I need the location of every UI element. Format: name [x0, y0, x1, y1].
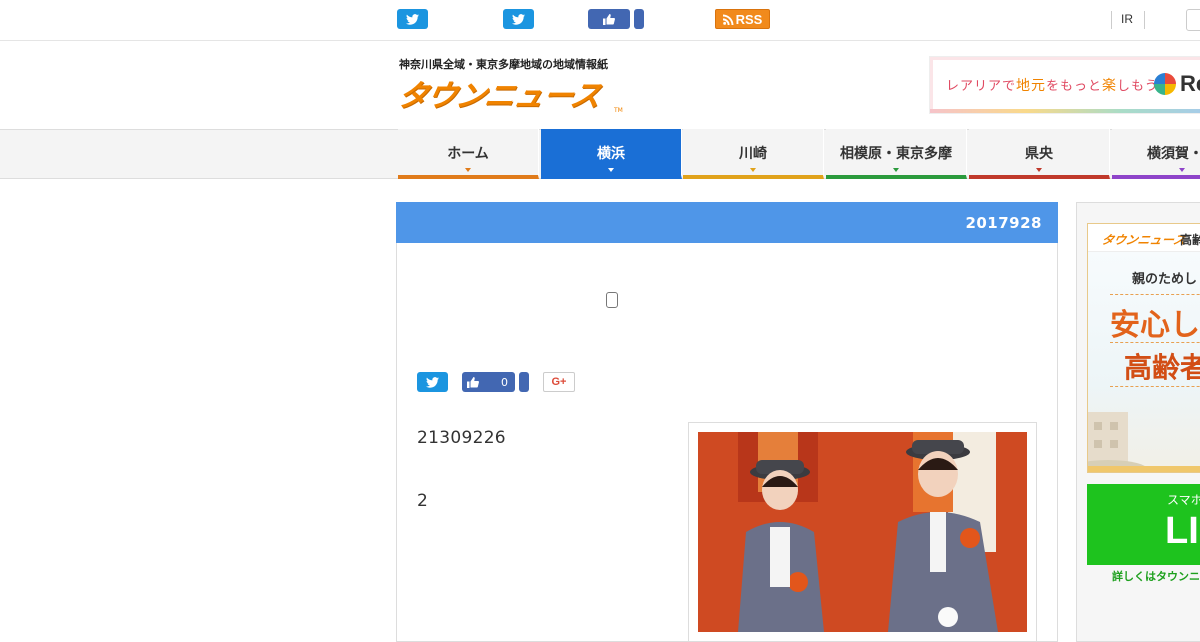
twitter-follow-button[interactable] — [503, 9, 534, 29]
article-photo[interactable] — [698, 432, 1027, 632]
nav-item-label: 横須賀・三 — [1147, 146, 1200, 162]
side-ad-line1: 親のためし — [1132, 272, 1198, 287]
banner-text-prefix: レアリア — [946, 79, 1003, 94]
side-ad-header-text: 高齢 — [1180, 233, 1200, 247]
twitter-icon — [426, 376, 439, 388]
thumbs-up-icon — [467, 376, 479, 388]
nav-item-label: 相模原・東京多摩 — [840, 146, 952, 162]
side-ad-line2: 安心し — [1110, 308, 1200, 343]
thumbs-up-icon — [603, 13, 615, 25]
photo-illustration — [698, 432, 1027, 632]
article-body-text-2: 2 — [417, 491, 428, 511]
facebook-like-count-box — [634, 9, 644, 29]
nav-item-label: 横浜 — [597, 146, 625, 162]
line-ad-note[interactable]: 詳しくはタウンニ — [1112, 568, 1200, 584]
nav-item-kenou[interactable]: 県央 — [969, 129, 1110, 179]
caret-down-icon — [893, 168, 899, 172]
divider — [1110, 294, 1200, 295]
site-tagline: 神奈川県全域・東京多摩地域の地域情報紙 — [399, 58, 608, 71]
divider — [1110, 386, 1200, 387]
building-illustration — [1088, 412, 1148, 472]
realia-logo-text: Re — [1180, 71, 1200, 96]
nav-item-label: 川崎 — [739, 146, 767, 162]
twitter-icon — [406, 13, 419, 25]
nav-item-kawasaki[interactable]: 川崎 — [683, 129, 824, 179]
banner-text-highlight: 地元 — [1016, 78, 1047, 94]
realia-banner-ad[interactable]: レアリアで地元をもっと楽しもう♪ Re — [929, 56, 1200, 114]
google-plus-button[interactable]: G+ — [543, 372, 575, 392]
banner-strip — [930, 109, 1200, 113]
nav-item-home[interactable]: ホーム — [398, 129, 539, 179]
caret-down-icon — [608, 168, 614, 172]
nav-item-label: 県央 — [1025, 146, 1053, 162]
caret-down-icon — [1036, 168, 1042, 172]
embed-placeholder-icon — [606, 292, 618, 308]
article-body-text: 21309226 — [417, 428, 506, 448]
line-ad-logo: LI — [1165, 510, 1199, 552]
line-ad-text: スマホ — [1167, 493, 1200, 507]
banner-text-highlight-2: 楽 — [1102, 78, 1118, 94]
search-input[interactable] — [1186, 9, 1200, 31]
divider — [1110, 342, 1200, 343]
caret-down-icon — [1179, 168, 1185, 172]
nav-item-yokosuka[interactable]: 横須賀・三 — [1112, 129, 1200, 179]
caret-down-icon — [465, 168, 471, 172]
twitter-share-button[interactable] — [397, 9, 428, 29]
site-logo[interactable]: タウンニュース — [394, 77, 622, 117]
side-ad-header: タウンニュース 高齢 — [1088, 224, 1200, 252]
like-count: 0 — [501, 375, 508, 389]
article-date-header: 2017928 — [396, 202, 1058, 243]
banner-text: レアリアで地元をもっと楽しもう♪ — [946, 75, 1168, 95]
article-facebook-like-button[interactable]: 0 — [462, 372, 515, 392]
banner-text-mid2: をもっと — [1046, 79, 1103, 94]
ir-link[interactable]: IR — [1121, 12, 1133, 26]
twitter-icon — [512, 13, 525, 25]
realia-logo-icon — [1154, 73, 1176, 95]
rss-icon — [722, 14, 734, 25]
banner-text-mid1: で — [1002, 79, 1017, 94]
facebook-like-tail — [519, 372, 529, 392]
nav-item-label: ホーム — [447, 146, 489, 162]
top-social-bar: RSS IR — [0, 0, 1200, 41]
side-ad-logo: タウンニュース — [1100, 233, 1187, 247]
rss-label: RSS — [735, 11, 763, 27]
article-twitter-share-button[interactable] — [417, 372, 448, 392]
caret-down-icon — [750, 168, 756, 172]
facebook-like-button[interactable] — [588, 9, 644, 29]
divider — [1111, 11, 1112, 29]
side-ad-body: 親のためし 安心し 高齢者 — [1088, 252, 1200, 472]
side-ad-line3: 高齢者 — [1124, 351, 1200, 384]
side-ad-bottom-strip — [1088, 466, 1200, 472]
rss-button[interactable]: RSS — [715, 9, 770, 29]
facebook-like-main[interactable] — [588, 9, 630, 29]
sidebar-elderly-care-ad[interactable]: タウンニュース 高齢 親のためし 安心し 高齢者 — [1087, 223, 1200, 473]
sidebar-line-ad[interactable]: スマホ LI — [1087, 484, 1200, 565]
nav-item-sagamihara-tokyo-tama[interactable]: 相模原・東京多摩 — [826, 129, 967, 179]
logo-trademark: TM — [614, 107, 623, 114]
nav-item-yokohama[interactable]: 横浜 — [541, 129, 682, 179]
divider — [1144, 11, 1145, 29]
site-logo-text: タウンニュース — [394, 79, 604, 114]
